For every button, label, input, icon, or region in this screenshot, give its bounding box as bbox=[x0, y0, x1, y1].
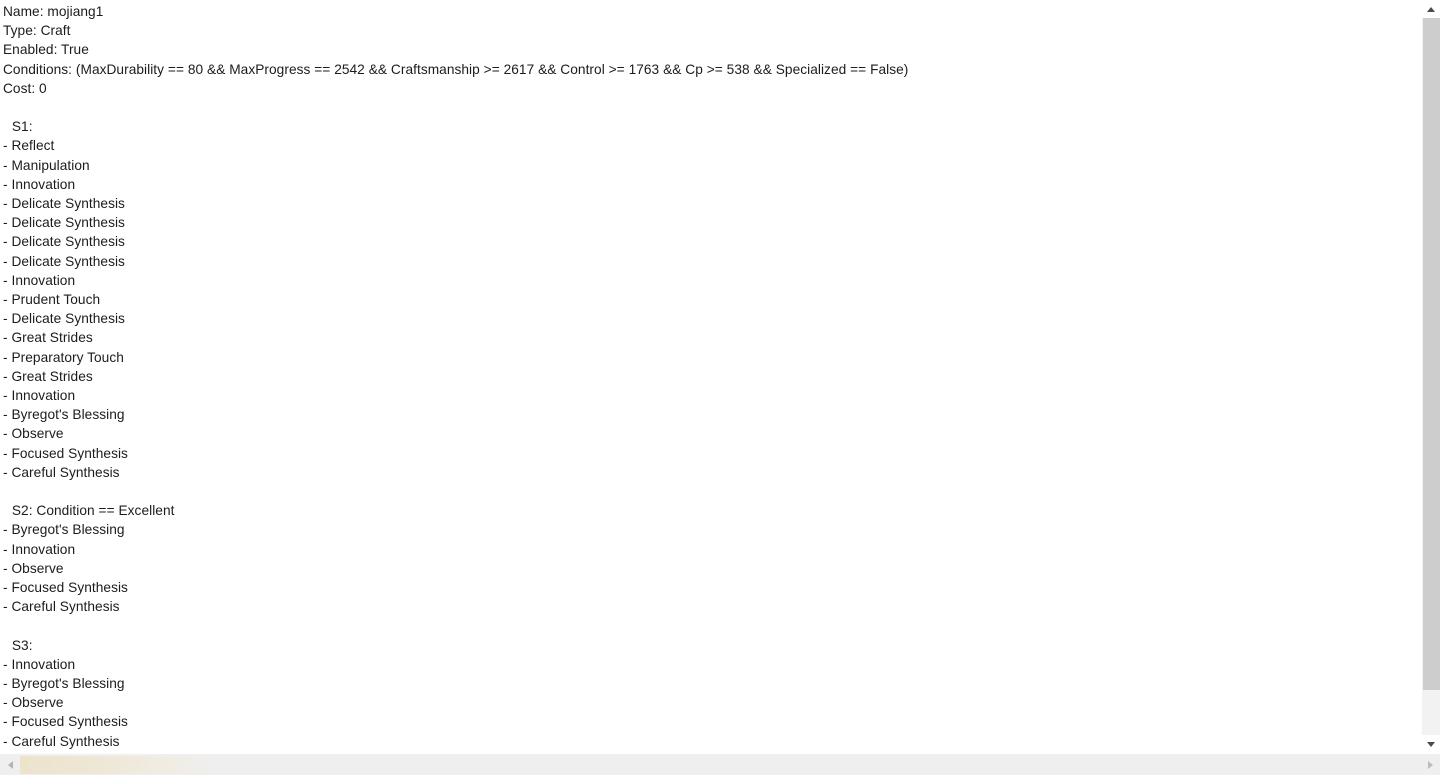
section-gap-1 bbox=[3, 482, 1421, 501]
step-line: - Great Strides bbox=[3, 368, 93, 384]
craft-macro-window: Name: mojiang1 Type: Craft Enabled: True Co… bbox=[0, 0, 1440, 775]
step-line: - Delicate Synthesis bbox=[3, 311, 125, 327]
header-line-2: Enabled: True bbox=[3, 42, 89, 58]
step-line: - Focused Synthesis bbox=[3, 580, 128, 596]
scroll-right-button[interactable] bbox=[1420, 754, 1440, 775]
step-line: - Observe bbox=[3, 426, 64, 442]
step-line: - Manipulation bbox=[3, 157, 90, 173]
scroll-down-button[interactable] bbox=[1422, 735, 1440, 753]
header-line-0: Name: mojiang1 bbox=[3, 4, 104, 19]
chevron-left-icon bbox=[7, 760, 13, 769]
step-line: - Preparatory Touch bbox=[3, 349, 124, 365]
header-line-3: Conditions: (MaxDurability == 80 && MaxP… bbox=[3, 61, 909, 77]
section-heading-0: S1: bbox=[8, 119, 33, 135]
step-line: - Great Strides bbox=[3, 330, 93, 346]
step-line: - Focused Synthesis bbox=[3, 445, 128, 461]
step-line: - Delicate Synthesis bbox=[3, 234, 125, 250]
horizontal-scrollbar[interactable] bbox=[0, 753, 1440, 775]
step-line: - Reflect bbox=[3, 138, 55, 154]
step-line: - Careful Synthesis bbox=[3, 599, 120, 615]
chevron-down-icon bbox=[1427, 741, 1435, 747]
step-line: - Observe bbox=[3, 560, 64, 576]
scroll-left-button[interactable] bbox=[0, 754, 20, 775]
step-line: - Innovation bbox=[3, 388, 76, 404]
section-heading-2: S3: bbox=[8, 637, 33, 653]
step-line: - Delicate Synthesis bbox=[3, 196, 125, 212]
step-line: - Innovation bbox=[3, 272, 76, 288]
scroll-up-button[interactable] bbox=[1422, 0, 1440, 18]
step-line: - Careful Synthesis bbox=[3, 733, 120, 749]
chevron-up-icon bbox=[1427, 6, 1435, 12]
step-line: - Careful Synthesis bbox=[3, 464, 120, 480]
step-line: - Innovation bbox=[3, 541, 76, 557]
step-line: - Delicate Synthesis bbox=[3, 253, 125, 269]
step-line: - Byregot's Blessing bbox=[3, 676, 125, 692]
macro-text-body: Name: mojiang1 Type: Craft Enabled: True Co… bbox=[3, 2, 1421, 751]
step-line: - Innovation bbox=[3, 656, 76, 672]
header-line-4: Cost: 0 bbox=[3, 80, 47, 96]
step-line: - Byregot's Blessing bbox=[3, 522, 125, 538]
step-line: - Prudent Touch bbox=[3, 292, 101, 308]
header-line-1: Type: Craft bbox=[3, 23, 71, 39]
macro-text-pane[interactable]: Name: mojiang1 Type: Craft Enabled: True Co… bbox=[0, 0, 1421, 753]
step-line: - Observe bbox=[3, 695, 64, 711]
step-line: - Delicate Synthesis bbox=[3, 215, 125, 231]
step-line: - Focused Synthesis bbox=[3, 714, 128, 730]
horizontal-scrollbar-track[interactable] bbox=[20, 755, 1420, 775]
step-line: - Byregot's Blessing bbox=[3, 407, 125, 423]
step-line: - Innovation bbox=[3, 176, 76, 192]
vertical-scrollbar-thumb[interactable] bbox=[1423, 18, 1440, 690]
section-gap-2 bbox=[3, 616, 1421, 635]
section-gap-0 bbox=[3, 98, 1421, 117]
vertical-scrollbar[interactable] bbox=[1421, 0, 1440, 753]
section-heading-1: S2: Condition == Excellent bbox=[8, 503, 175, 519]
horizontal-scrollbar-thumb[interactable] bbox=[20, 756, 216, 774]
chevron-right-icon bbox=[1427, 760, 1433, 769]
